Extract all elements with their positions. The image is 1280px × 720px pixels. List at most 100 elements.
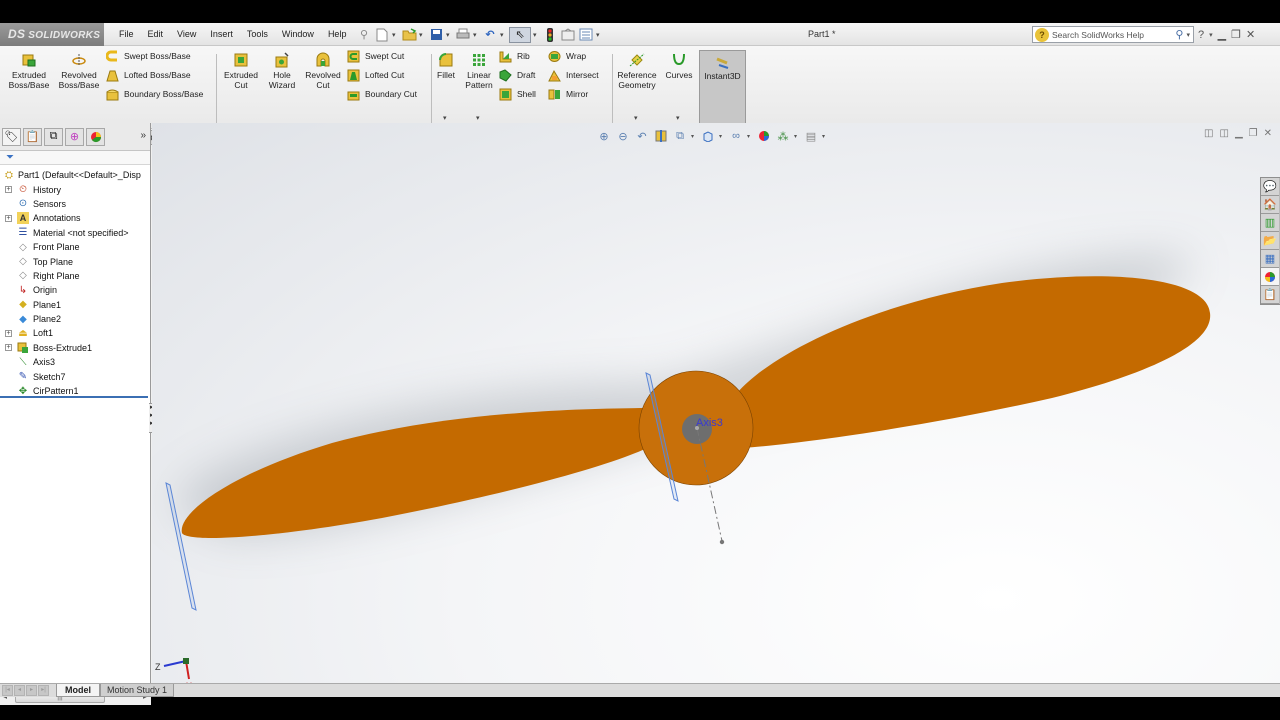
options-dropdown-arrow[interactable]: ▾ (596, 31, 603, 39)
instant3d-button[interactable]: Instant3D (699, 50, 746, 125)
search-icon[interactable]: ⚲ (1175, 28, 1183, 41)
display-style-icon[interactable] (700, 128, 716, 144)
tree-item-top-plane[interactable]: ◇ Top Plane (0, 254, 150, 268)
edit-appearance-icon[interactable] (756, 128, 772, 144)
display-style-dropdown[interactable]: ▾ (719, 133, 725, 140)
help-icon[interactable]: ? (1198, 29, 1204, 41)
rib-button[interactable]: Rib (499, 48, 530, 64)
help-dropdown-arrow[interactable]: ▾ (1209, 31, 1213, 39)
menu-file[interactable]: File (112, 23, 141, 46)
configuration-manager-tab-icon[interactable]: ⧉ (44, 127, 63, 146)
hide-show-dropdown[interactable]: ▾ (747, 133, 753, 140)
undo-dropdown-arrow[interactable]: ▾ (500, 31, 507, 39)
new-dropdown-arrow[interactable]: ▾ (392, 31, 399, 39)
close-icon[interactable]: ✕ (1246, 28, 1255, 41)
shell-button[interactable]: Shell (499, 86, 536, 102)
extruded-cut-button[interactable]: Extruded Cut (219, 52, 263, 90)
tree-item-history[interactable]: + ⏲ History (0, 182, 150, 196)
blade-right[interactable] (737, 276, 1211, 448)
split-view-left-icon[interactable]: ◫ (1204, 128, 1213, 139)
swept-cut-button[interactable]: Swept Cut (347, 48, 404, 64)
curves-button[interactable]: Curves (663, 52, 695, 80)
home-icon[interactable]: 🏠 (1261, 196, 1279, 214)
menu-view[interactable]: View (170, 23, 203, 46)
print-dropdown-arrow[interactable]: ▾ (473, 31, 480, 39)
tree-item-axis3[interactable]: ⟍ Axis3 (0, 355, 150, 369)
solidworks-logo[interactable]: DS SOLIDWORKS (0, 23, 104, 46)
menu-window[interactable]: Window (275, 23, 321, 46)
custom-properties-icon[interactable]: 📋 (1261, 286, 1279, 304)
select-dropdown-arrow[interactable]: ▾ (533, 31, 540, 39)
viewport-restore-icon[interactable]: ❐ (1249, 128, 1258, 139)
blade-left[interactable] (181, 408, 657, 538)
viewport-close-icon[interactable]: ✕ (1264, 128, 1272, 139)
tree-item-right-plane[interactable]: ◇ Right Plane (0, 269, 150, 283)
minimize-icon[interactable]: ▁ (1218, 28, 1226, 41)
menu-insert[interactable]: Insert (203, 23, 240, 46)
fillet-button[interactable]: Fillet (433, 52, 459, 80)
menu-tools[interactable]: Tools (240, 23, 275, 46)
fillet-dropdown-arrow[interactable]: ▾ (443, 114, 447, 122)
tree-item-annotations[interactable]: + A Annotations (0, 211, 150, 225)
boundary-cut-button[interactable]: Boundary Cut (347, 86, 417, 102)
dimxpert-manager-tab-icon[interactable]: ⊕ (65, 127, 84, 146)
revolved-cut-button[interactable]: Revolved Cut (302, 52, 344, 90)
section-view-icon[interactable] (653, 128, 669, 144)
view-orientation-icon[interactable]: ⧉ (672, 128, 688, 144)
search-input[interactable]: Search SolidWorks Help (1052, 30, 1144, 40)
hole-wizard-button[interactable]: Hole Wizard (263, 52, 301, 90)
view-settings-dropdown[interactable]: ▾ (822, 133, 828, 140)
open-dropdown-arrow[interactable]: ▾ (419, 31, 426, 39)
swept-boss-button[interactable]: Swept Boss/Base (106, 48, 191, 64)
boundary-boss-button[interactable]: Boundary Boss/Base (106, 86, 203, 102)
property-manager-tab-icon[interactable]: 📋 (23, 127, 42, 146)
zoom-to-area-icon[interactable]: ⊖ (615, 128, 631, 144)
reference-triad[interactable]: Z X (152, 653, 202, 683)
save-icon[interactable] (428, 27, 444, 43)
design-library-icon[interactable]: ▥ (1261, 214, 1279, 232)
view-orientation-dropdown[interactable]: ▾ (691, 133, 697, 140)
expand-icon[interactable]: + (5, 214, 12, 222)
tree-item-plane1[interactable]: ◆ Plane1 (0, 298, 150, 312)
rebuild-icon[interactable] (542, 27, 558, 43)
expand-icon[interactable]: + (5, 329, 12, 337)
open-folder-icon[interactable] (401, 27, 417, 43)
tree-item-boss-extrude1[interactable]: + Boss-Extrude1 (0, 341, 150, 355)
menu-edit[interactable]: Edit (141, 23, 171, 46)
file-properties-icon[interactable] (560, 27, 576, 43)
search-dropdown-arrow[interactable]: ▾ (1186, 31, 1190, 39)
apply-scene-icon[interactable]: ⁂ (775, 128, 791, 144)
wrap-button[interactable]: Wrap (548, 48, 586, 64)
solidworks-resources-icon[interactable]: 💬 (1261, 178, 1279, 196)
last-tab-icon[interactable]: ▸| (38, 685, 49, 696)
search-help-box[interactable]: ? Search SolidWorks Help ⚲ ▾ (1032, 26, 1194, 43)
hide-show-items-icon[interactable]: ∞ (728, 128, 744, 144)
linear-pattern-dropdown-arrow[interactable]: ▾ (476, 114, 480, 122)
graphics-area[interactable]: Axis3 ⊕ ⊖ ↶ ⧉ ▾ ▾ ∞ ▾ ⁂ ▾ ▤ ▾ ◫ ◫ ▁ ❐ ✕ (152, 123, 1280, 683)
next-tab-icon[interactable]: ▸ (26, 685, 37, 696)
file-explorer-icon[interactable]: 📂 (1261, 232, 1279, 250)
extruded-boss-button[interactable]: Extruded Boss/Base (5, 52, 53, 90)
lofted-boss-button[interactable]: Lofted Boss/Base (106, 67, 191, 83)
zoom-to-fit-icon[interactable]: ⊕ (596, 128, 612, 144)
appearances-scenes-icon[interactable] (1261, 268, 1279, 286)
tab-model[interactable]: Model (56, 684, 100, 697)
viewport-minimize-icon[interactable]: ▁ (1235, 128, 1243, 139)
menu-help[interactable]: Help (321, 23, 354, 46)
previous-tab-icon[interactable]: ◂ (14, 685, 25, 696)
select-icon[interactable]: ⇖ (509, 26, 531, 43)
apply-scene-dropdown[interactable]: ▾ (794, 133, 800, 140)
tree-item-plane2[interactable]: ◆ Plane2 (0, 312, 150, 326)
pin-icon[interactable]: ⚲ (356, 27, 372, 43)
feature-manager-tab-icon[interactable]: 🏷 (2, 127, 21, 146)
mirror-button[interactable]: Mirror (548, 86, 588, 102)
restore-icon[interactable]: ❐ (1231, 28, 1241, 41)
tree-item-sketch7[interactable]: ✎ Sketch7 (0, 369, 150, 383)
view-settings-icon[interactable]: ▤ (803, 128, 819, 144)
intersect-button[interactable]: Intersect (548, 67, 599, 83)
revolved-boss-button[interactable]: Revolved Boss/Base (55, 52, 103, 90)
undo-icon[interactable]: ↶ (482, 27, 498, 43)
filter-bar[interactable]: ⏷ (0, 151, 150, 165)
display-manager-tab-icon[interactable] (86, 127, 105, 146)
tab-motion-study-1[interactable]: Motion Study 1 (100, 684, 175, 697)
